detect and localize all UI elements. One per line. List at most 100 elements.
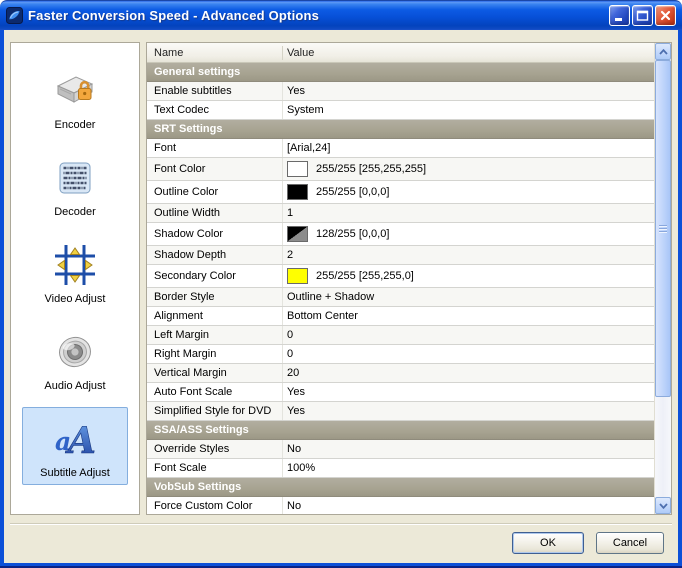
color-swatch[interactable] xyxy=(287,161,308,177)
app-icon xyxy=(6,7,23,24)
table-row[interactable]: Border Style Outline + Shadow xyxy=(147,288,654,307)
sidebar-item-label: Audio Adjust xyxy=(44,380,106,392)
table-row[interactable]: Secondary Color 255/255 [255,255,0] xyxy=(147,265,654,288)
sidebar-item-subtitle-adjust[interactable]: a A Subtitle Adjust xyxy=(22,407,128,485)
table-row[interactable]: Vertical Margin 20 xyxy=(147,364,654,383)
sidebar-item-audio-adjust[interactable]: Audio Adjust xyxy=(22,320,128,398)
setting-value: 255/255 [255,255,0] xyxy=(316,270,414,282)
section-label: SSA/ASS Settings xyxy=(154,424,249,436)
setting-value-cell: 1 xyxy=(283,207,654,219)
setting-value-cell: No xyxy=(283,443,654,455)
ok-button[interactable]: OK xyxy=(512,532,584,554)
setting-name: Outline Color xyxy=(147,181,283,203)
setting-value: 0 xyxy=(287,329,294,341)
setting-value-cell: Outline + Shadow xyxy=(283,291,654,303)
column-header-value[interactable]: Value xyxy=(283,47,654,59)
footer-divider xyxy=(10,523,672,525)
color-swatch[interactable] xyxy=(287,184,308,200)
section-header: VobSub Settings xyxy=(147,478,654,497)
setting-value-cell: 255/255 [0,0,0] xyxy=(283,184,654,200)
cancel-button[interactable]: Cancel xyxy=(596,532,664,554)
setting-value: 20 xyxy=(287,367,300,379)
setting-name: Alignment xyxy=(147,307,283,325)
setting-name: Shadow Depth xyxy=(147,246,283,264)
setting-value: Bottom Center xyxy=(287,310,358,322)
section-label: VobSub Settings xyxy=(154,481,242,493)
subtitle-adjust-icon: a A xyxy=(51,415,99,463)
setting-value: 0 xyxy=(287,348,294,360)
table-row[interactable]: Right Margin 0 xyxy=(147,345,654,364)
section-header: General settings xyxy=(147,63,654,82)
minimize-button[interactable] xyxy=(609,5,630,26)
setting-value-cell: Yes xyxy=(283,85,654,97)
setting-value: 255/255 [255,255,255] xyxy=(316,163,427,175)
maximize-button[interactable] xyxy=(632,5,653,26)
setting-name: Auto Font Scale xyxy=(147,383,283,401)
window-controls xyxy=(609,5,676,26)
section-header: SSA/ASS Settings xyxy=(147,421,654,440)
setting-value: 255/255 [0,0,0] xyxy=(316,186,390,198)
setting-name: Border Style xyxy=(147,288,283,306)
section-header: SRT Settings xyxy=(147,120,654,139)
setting-name: Text Codec xyxy=(147,101,283,119)
table-row[interactable]: Font Color 255/255 [255,255,255] xyxy=(147,158,654,181)
scrollbar-thumb[interactable] xyxy=(655,60,671,397)
close-button[interactable] xyxy=(655,5,676,26)
setting-name: Font Color xyxy=(147,158,283,180)
sidebar-item-label: Subtitle Adjust xyxy=(40,467,110,479)
table-row[interactable]: Enable subtitles Yes xyxy=(147,82,654,101)
vertical-scrollbar[interactable] xyxy=(654,43,671,514)
setting-value-cell: Bottom Center xyxy=(283,310,654,322)
setting-value-cell: 255/255 [255,255,255] xyxy=(283,161,654,177)
setting-value: Yes xyxy=(287,386,305,398)
table-row[interactable]: Font Scale 100% xyxy=(147,459,654,478)
setting-value-cell: No xyxy=(283,500,654,512)
sidebar-item-encoder[interactable]: Encoder xyxy=(22,59,128,137)
table-row[interactable]: Shadow Color 128/255 [0,0,0] xyxy=(147,223,654,246)
maximize-icon xyxy=(636,10,649,21)
setting-name: Font xyxy=(147,139,283,157)
audio-adjust-icon xyxy=(51,328,99,376)
color-swatch[interactable] xyxy=(287,268,308,284)
section-label: SRT Settings xyxy=(154,123,223,135)
title-bar[interactable]: Faster Conversion Speed - Advanced Optio… xyxy=(0,0,682,30)
table-row[interactable]: Alignment Bottom Center xyxy=(147,307,654,326)
setting-value: No xyxy=(287,500,302,512)
table-row[interactable]: Outline Width 1 xyxy=(147,204,654,223)
table-row[interactable]: Font [Arial,24] xyxy=(147,139,654,158)
setting-name: Right Margin xyxy=(147,345,283,363)
setting-value-cell: 0 xyxy=(283,329,654,341)
table-row[interactable]: Outline Color 255/255 [0,0,0] xyxy=(147,181,654,204)
scroll-up-button[interactable] xyxy=(655,43,671,60)
setting-value-cell: 0 xyxy=(283,348,654,360)
svg-text:A: A xyxy=(65,420,96,462)
setting-value: 100% xyxy=(287,462,316,474)
sidebar-item-video-adjust[interactable]: Video Adjust xyxy=(22,233,128,311)
sidebar-item-decoder[interactable]: Decoder xyxy=(22,146,128,224)
column-header-name[interactable]: Name xyxy=(147,45,283,60)
table-row[interactable]: Force Custom Color No xyxy=(147,497,654,514)
table-row[interactable]: Left Margin 0 xyxy=(147,326,654,345)
table-row[interactable]: Simplified Style for DVD Yes xyxy=(147,402,654,421)
table-row[interactable]: Text Codec System xyxy=(147,101,654,120)
setting-value: 1 xyxy=(287,207,294,219)
setting-value-cell: 255/255 [255,255,0] xyxy=(283,268,654,284)
setting-value: No xyxy=(287,443,302,455)
scrollbar-track[interactable] xyxy=(655,60,671,497)
setting-value-cell: Yes xyxy=(283,405,654,417)
sidebar-item-label: Encoder xyxy=(54,119,96,131)
setting-value: Yes xyxy=(287,85,305,97)
table-row[interactable]: Shadow Depth 2 xyxy=(147,246,654,265)
table-row[interactable]: Auto Font Scale Yes xyxy=(147,383,654,402)
setting-name: Override Styles xyxy=(147,440,283,458)
setting-name: Font Scale xyxy=(147,459,283,477)
color-swatch[interactable] xyxy=(287,226,308,242)
setting-value-cell: 100% xyxy=(283,462,654,474)
table-row[interactable]: Override Styles No xyxy=(147,440,654,459)
setting-value: 128/255 [0,0,0] xyxy=(316,228,390,240)
scroll-down-button[interactable] xyxy=(655,497,671,514)
setting-value-cell: [Arial,24] xyxy=(283,142,654,154)
setting-name: Shadow Color xyxy=(147,223,283,245)
setting-value-cell: 20 xyxy=(283,367,654,379)
minimize-icon xyxy=(615,18,622,21)
